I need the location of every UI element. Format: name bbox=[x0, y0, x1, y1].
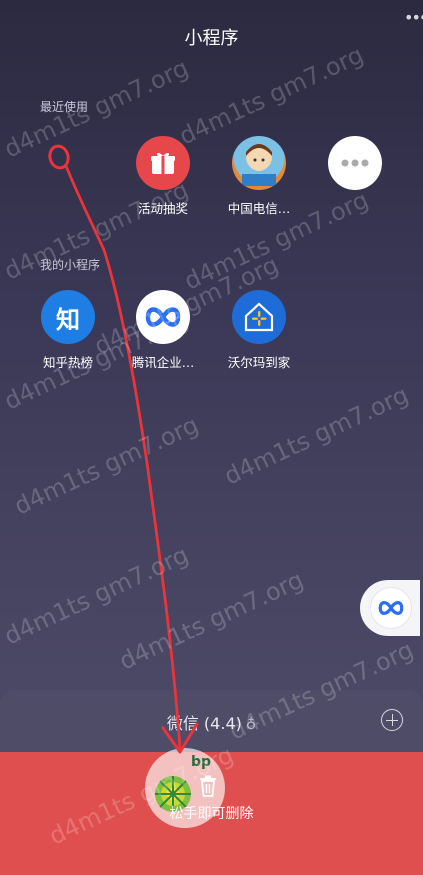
more-dots-icon[interactable]: ••• bbox=[404, 8, 423, 27]
page-title: 小程序 bbox=[184, 28, 239, 49]
app-item-more[interactable] bbox=[305, 136, 405, 198]
zhihu-icon: 知 bbox=[41, 290, 95, 344]
app-item-walmart[interactable]: 沃尔玛到家 bbox=[209, 290, 309, 371]
bulb-icon: ♁ bbox=[245, 717, 257, 733]
wechat-title-text: 微信 (4.4) bbox=[166, 714, 242, 733]
app-label: 活动抽奖 bbox=[137, 201, 188, 216]
watermark: d4m1ts gm7.org bbox=[0, 540, 193, 651]
plus-circle-icon[interactable] bbox=[381, 709, 403, 731]
tencent-meeting-icon bbox=[370, 587, 412, 629]
bp-logo-text: bp bbox=[190, 754, 211, 770]
watermark: d4m1ts gm7.org bbox=[175, 40, 368, 151]
trash-icon bbox=[200, 775, 216, 797]
floating-mini-program-button[interactable] bbox=[360, 580, 420, 636]
delete-hint-label: 松手即可删除 bbox=[169, 806, 254, 822]
watermark: d4m1ts gm7.org bbox=[10, 410, 203, 521]
app-label: 知乎热榜 bbox=[42, 355, 93, 370]
app-label: 腾讯企业… bbox=[131, 355, 195, 370]
watermark: d4m1ts gm7.org bbox=[115, 565, 308, 676]
app-item-telecom[interactable]: 中国电信… bbox=[209, 136, 309, 217]
zhihu-glyph: 知 bbox=[56, 305, 80, 334]
more-icon bbox=[328, 136, 382, 190]
drag-start-circle bbox=[48, 144, 70, 170]
telecom-avatar-icon bbox=[232, 136, 286, 190]
app-item-zhihu[interactable]: 知 知乎热榜 bbox=[18, 290, 118, 371]
app-item-gift[interactable]: 活动抽奖 bbox=[113, 136, 213, 217]
wechat-bar: 微信 (4.4) ♁ bbox=[0, 690, 423, 756]
tencent-meeting-icon bbox=[136, 290, 190, 344]
gift-icon bbox=[136, 136, 190, 190]
drag-path bbox=[64, 164, 182, 750]
section-label-mine: 我的小程序 bbox=[40, 258, 101, 272]
wechat-bar-title: 微信 (4.4) ♁ bbox=[0, 710, 423, 734]
app-label: 沃尔玛到家 bbox=[227, 355, 291, 370]
walmart-house-icon bbox=[232, 290, 286, 344]
app-label: 中国电信… bbox=[227, 201, 291, 216]
section-label-recent: 最近使用 bbox=[40, 100, 89, 114]
app-item-tencent-meeting[interactable]: 腾讯企业… bbox=[113, 290, 213, 371]
watermark: d4m1ts gm7.org bbox=[220, 380, 413, 491]
